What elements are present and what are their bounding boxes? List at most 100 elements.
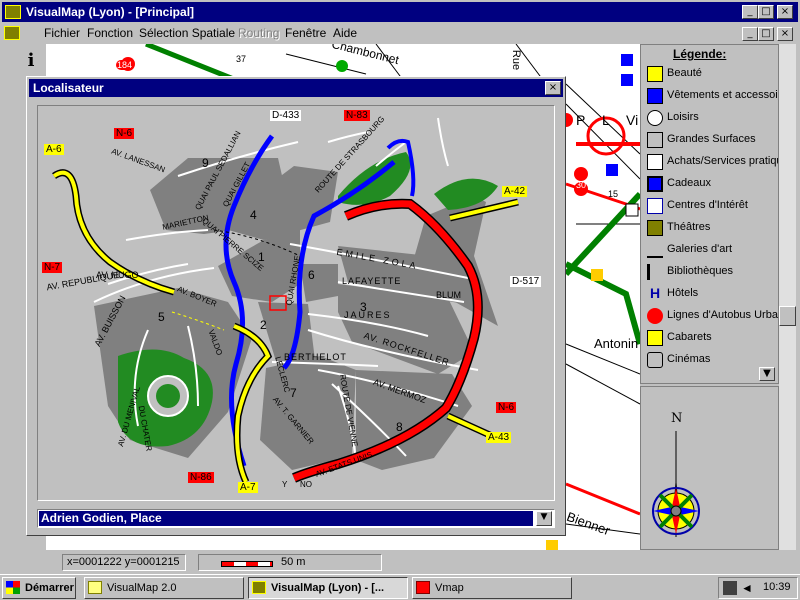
road-label-a42: A-42: [502, 186, 528, 197]
localisateur-titlebar[interactable]: [29, 79, 563, 97]
legend-item[interactable]: Cadeaux: [643, 173, 778, 195]
legend-item-label: Vêtements et accessoires: [667, 89, 778, 101]
road-label-d433: D-433: [270, 110, 302, 121]
menu-routing: Routing: [238, 26, 280, 40]
road-label-n86: N-86: [188, 472, 214, 483]
info-tool-icon[interactable]: i: [22, 50, 40, 72]
gift-icon: [647, 176, 663, 192]
legend-item-label: Achats/Services pratiques: [667, 155, 778, 167]
legend-item[interactable]: Loisirs: [643, 107, 778, 129]
doc-close-button[interactable]: ×: [777, 27, 793, 41]
menu-aide[interactable]: Aide: [333, 24, 357, 42]
task-visualmap-20[interactable]: VisualMap 2.0: [84, 577, 244, 599]
district-6: [300, 264, 338, 302]
district-label-6: 6: [308, 268, 315, 282]
road-label-a43: A-43: [486, 432, 512, 443]
street-label-p: P: [576, 112, 586, 128]
start-label: Démarrer: [25, 582, 74, 594]
legend-item-label: Théâtres: [667, 221, 711, 233]
legend-item[interactable]: Beauté: [643, 63, 778, 85]
doc-minimize-button[interactable]: _: [742, 27, 758, 41]
road-label-n6-west: N-6: [114, 128, 135, 139]
system-tray: ◄ 10:39: [718, 577, 798, 599]
legend-item-label: Grandes Surfaces: [667, 133, 756, 145]
street-lafayette: LAFAYETTE: [342, 276, 402, 286]
legend-item[interactable]: Cinémas: [643, 349, 778, 371]
taskbar: Démarrer VisualMap 2.0 VisualMap (Lyon) …: [0, 574, 800, 600]
visualmap-icon: [252, 581, 266, 594]
street-hugo: AV. HUGO: [96, 270, 139, 280]
legend-title: Légende:: [673, 47, 727, 61]
map-marker-184[interactable]: 184: [116, 60, 134, 70]
volume-icon[interactable]: ◄: [741, 581, 755, 595]
road-label-n83: N-83: [344, 110, 370, 121]
status-bar: x=0001222 y=0001215 50 m: [46, 552, 796, 572]
legend-scroll-down[interactable]: ▼: [759, 367, 775, 381]
legend-item[interactable]: Galeries d'art: [643, 239, 778, 261]
map-marker-30[interactable]: 30: [576, 180, 586, 190]
legend-item[interactable]: H Hôtels: [643, 283, 778, 305]
menu-fonction[interactable]: Fonction: [87, 24, 133, 42]
road-label-a6: A-6: [44, 144, 64, 155]
legend-item[interactable]: Vêtements et accessoires: [643, 85, 778, 107]
legend-item[interactable]: Théâtres: [643, 217, 778, 239]
road-label-n6-east: N-6: [496, 402, 517, 413]
legend-item[interactable]: Achats/Services pratiques: [643, 151, 778, 173]
legend-item[interactable]: Cabarets: [643, 327, 778, 349]
street-label-antonin: Antonin: [594, 336, 639, 351]
minimize-button[interactable]: _: [742, 5, 758, 19]
street-no: NO: [300, 480, 312, 489]
document-icon[interactable]: [4, 26, 20, 40]
task-visualmap-lyon[interactable]: VisualMap (Lyon) - [...: [248, 577, 408, 599]
park-northeast: [434, 178, 498, 210]
road-label-a7: A-7: [238, 482, 258, 493]
menu-fichier[interactable]: Fichier: [44, 24, 80, 42]
clock[interactable]: 10:39: [763, 581, 791, 593]
menu-fenetre[interactable]: Fenêtre: [285, 24, 326, 42]
place-selector-dropdown-button[interactable]: ▼: [536, 511, 552, 526]
folder-icon: [88, 581, 102, 594]
place-selector[interactable]: Adrien Godien, Place ▼: [37, 509, 555, 528]
legend-item-label: Hôtels: [667, 287, 699, 299]
map-marker-15[interactable]: 15: [608, 189, 618, 199]
locator-map[interactable]: A-6 A-42 A-43 A-7 D-433 D-517 N-83 N-6 N…: [37, 105, 555, 501]
clothing-icon: [647, 88, 663, 104]
bus-icon: [647, 308, 663, 324]
cinema-icon: [647, 352, 663, 368]
task-vmap[interactable]: Vmap: [412, 577, 572, 599]
tray-app-icon[interactable]: [723, 581, 737, 595]
legend-item-label: Loisirs: [667, 111, 699, 123]
legend-item[interactable]: Centres d'Intérêt: [643, 195, 778, 217]
legend-item[interactable]: Lignes d'Autobus Urbain: [643, 305, 778, 327]
district-label-2: 2: [260, 318, 267, 332]
maximize-button[interactable]: □: [758, 5, 774, 19]
legend-item-label: Centres d'Intérêt: [667, 199, 748, 211]
street-jaures: JAURES: [344, 310, 392, 320]
scale-label: 50 m: [281, 556, 306, 568]
theatre-icon: [647, 220, 663, 236]
place-selector-value: Adrien Godien, Place: [39, 511, 533, 526]
beauty-icon: [647, 66, 663, 82]
compass-north-label: N: [671, 411, 683, 426]
legend-panel: Légende: Beauté Vêtements et accessoires L…: [640, 44, 779, 384]
legend-item-label: Lignes d'Autobus Urbain: [667, 309, 778, 321]
start-button[interactable]: Démarrer: [2, 577, 76, 599]
localisateur-close-button[interactable]: ×: [545, 81, 561, 95]
legend-item[interactable]: Grandes Surfaces: [643, 129, 778, 151]
library-icon: [647, 264, 663, 280]
district-label-5: 5: [158, 310, 165, 324]
close-button[interactable]: ×: [777, 5, 793, 19]
map-scrollbar-vertical[interactable]: [779, 44, 796, 550]
doc-restore-button[interactable]: □: [758, 27, 774, 41]
legend-item-label: Bibliothèques: [667, 265, 734, 277]
leisure-icon: [647, 110, 663, 126]
legend-item-label: Cadeaux: [667, 177, 712, 189]
map-marker-37[interactable]: 37: [236, 54, 246, 64]
legend-item[interactable]: Bibliothèques: [643, 261, 778, 283]
scroll-thumb[interactable]: [779, 306, 796, 326]
menu-selection-spatiale[interactable]: Sélection Spatiale: [139, 24, 235, 42]
supermarket-icon: [647, 132, 663, 148]
shopping-icon: [647, 154, 663, 170]
road-label-n7: N-7: [42, 262, 63, 273]
localisateur-dialog: Localisateur × A-6 A-42 A-43 A-7 D-433 D…: [26, 76, 566, 536]
